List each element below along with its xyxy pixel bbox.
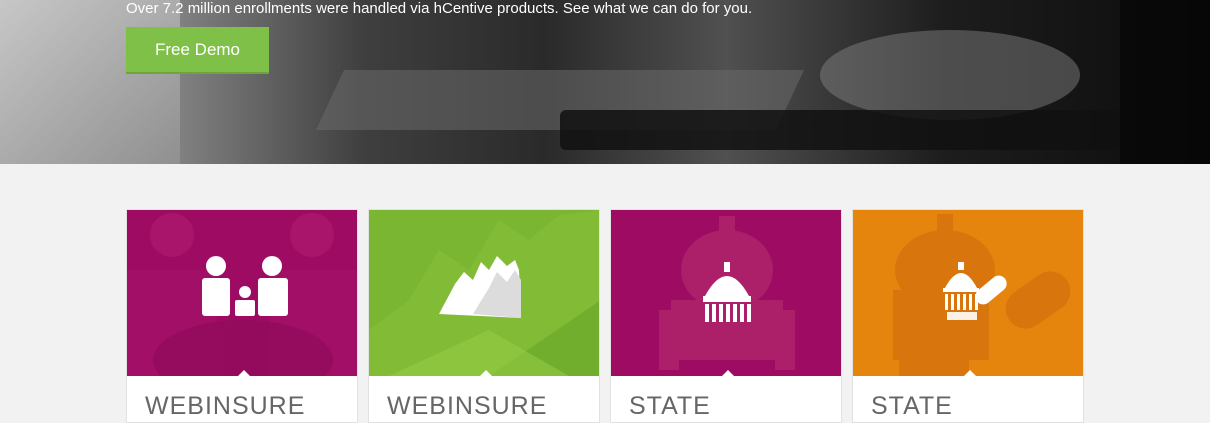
product-card-webinsure-2[interactable]: WEBINSURE: [368, 209, 600, 423]
hero-background-shape: [560, 110, 1120, 150]
free-demo-button[interactable]: Free Demo: [126, 27, 269, 74]
card-image: [611, 210, 841, 376]
card-notch: [721, 370, 735, 377]
card-image: [369, 210, 599, 376]
product-card-webinsure-1[interactable]: WEBINSURE: [126, 209, 358, 423]
card-notch: [237, 370, 251, 377]
card-title: WEBINSURE: [145, 392, 306, 420]
capitol-pill-icon: [893, 214, 1071, 376]
card-title: STATE: [629, 392, 711, 420]
family-icon: [127, 213, 357, 376]
card-image: [127, 210, 357, 376]
card-notch: [963, 370, 977, 377]
hero-background-shape: [0, 0, 180, 164]
hero-tagline: Over 7.2 million enrollments were handle…: [126, 0, 753, 17]
hero-background-shape: [1120, 0, 1210, 164]
card-notch: [479, 370, 493, 377]
mountain-chart-icon: [369, 210, 599, 376]
product-card-state-2[interactable]: STATE: [852, 209, 1084, 423]
capitol-building-icon: [659, 216, 795, 370]
card-title: WEBINSURE: [387, 392, 548, 420]
product-card-state-1[interactable]: STATE: [610, 209, 842, 423]
card-image: [853, 210, 1083, 376]
hero-background-shape: [820, 30, 1080, 120]
card-title: STATE: [871, 392, 953, 420]
hero-banner: Over 7.2 million enrollments were handle…: [0, 0, 1210, 164]
